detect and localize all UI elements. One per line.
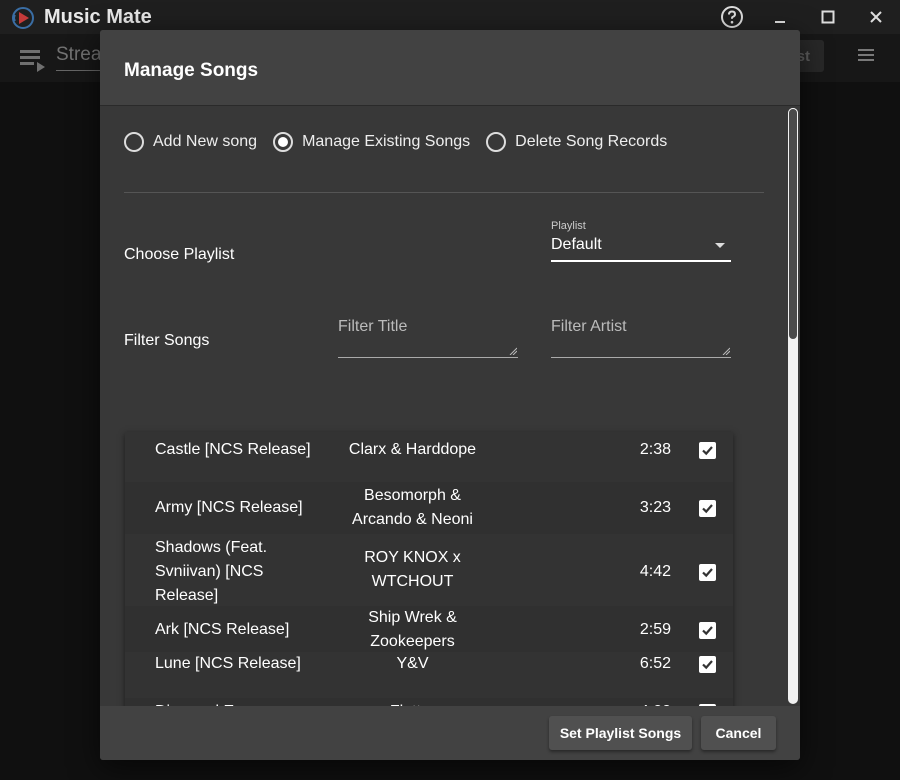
minimize-button[interactable]: [765, 2, 795, 32]
app-title: Music Mate: [44, 6, 152, 28]
song-duration: 3:23: [639, 499, 671, 516]
song-artist: Clarx & Harddope: [348, 441, 477, 458]
radio-circle-icon: [486, 132, 507, 152]
help-button[interactable]: [717, 2, 747, 32]
song-duration: 4:42: [639, 563, 671, 580]
song-title: Army [NCS Release]: [155, 499, 303, 516]
song-artist: Ship Wrek & Zookeepers: [368, 609, 457, 650]
radio-manage-existing-songs[interactable]: Manage Existing Songs: [273, 132, 470, 152]
radio-delete-song-records[interactable]: Delete Song Records: [486, 132, 667, 152]
filter-title-input[interactable]: Filter Title: [338, 318, 518, 358]
resize-grip-icon[interactable]: [509, 347, 517, 355]
table-row[interactable]: Shadows (Feat. Svniivan) [NCS Release] R…: [125, 534, 733, 606]
song-checkbox[interactable]: [699, 500, 716, 517]
resize-grip-icon[interactable]: [722, 347, 730, 355]
song-title: Lune [NCS Release]: [155, 655, 301, 672]
song-title: Ark [NCS Release]: [155, 621, 290, 638]
table-row[interactable]: Army [NCS Release] Besomorph & Arcando &…: [125, 482, 733, 534]
song-duration: 2:38: [639, 441, 671, 458]
filter-songs-label: Filter Songs: [124, 332, 210, 349]
mode-radio-group: Add New song Manage Existing Songs Delet…: [124, 132, 683, 152]
radio-label: Add New song: [153, 133, 258, 150]
filter-title-placeholder: Filter Title: [338, 318, 408, 335]
table-row[interactable]: Lune [NCS Release] Y&V 6:52: [125, 652, 733, 698]
title-bar: Music Mate: [0, 0, 900, 34]
app-logo-icon: [12, 7, 34, 29]
minimize-icon: [775, 21, 785, 23]
radio-label: Delete Song Records: [515, 133, 668, 150]
songs-table: Castle [NCS Release] Clarx & Harddope 2:…: [125, 432, 733, 736]
song-checkbox[interactable]: [699, 656, 716, 673]
manage-songs-dialog: Manage Songs Add New song Manage Existin…: [100, 30, 800, 760]
song-artist: Y&V: [396, 655, 429, 672]
playlist-select-value[interactable]: Default: [551, 236, 731, 262]
dialog-body: Add New song Manage Existing Songs Delet…: [100, 106, 800, 736]
table-row[interactable]: Castle [NCS Release] Clarx & Harddope 2:…: [125, 432, 733, 482]
scrollbar-thumb[interactable]: [788, 108, 798, 340]
radio-label: Manage Existing Songs: [302, 133, 471, 150]
playlist-value-text: Default: [551, 236, 602, 253]
song-artist: Besomorph & Arcando & Neoni: [352, 487, 473, 528]
playlist-select-label: Playlist: [551, 220, 586, 232]
song-title: Castle [NCS Release]: [155, 441, 311, 458]
song-title: Shadows (Feat. Svniivan) [NCS Release]: [155, 539, 268, 604]
checkmark-icon: [702, 568, 713, 578]
cancel-button[interactable]: Cancel: [701, 716, 776, 750]
song-checkbox[interactable]: [699, 564, 716, 581]
dialog-title: Manage Songs: [124, 60, 259, 81]
divider: [124, 192, 764, 193]
song-checkbox[interactable]: [699, 442, 716, 459]
dialog-footer: Set Playlist Songs Cancel: [100, 706, 800, 760]
help-circle-icon: [721, 6, 743, 28]
checkmark-icon: [702, 660, 713, 670]
song-artist: ROY KNOX x WTCHOUT: [364, 549, 461, 590]
set-playlist-songs-button[interactable]: Set Playlist Songs: [549, 716, 692, 750]
choose-playlist-label: Choose Playlist: [124, 246, 235, 263]
table-row[interactable]: Ark [NCS Release] Ship Wrek & Zookeepers…: [125, 606, 733, 652]
filter-artist-input[interactable]: Filter Artist: [551, 318, 731, 358]
dialog-header: Manage Songs: [100, 30, 800, 106]
caret-down-icon: [715, 243, 725, 248]
checkmark-icon: [702, 504, 713, 514]
filter-artist-placeholder: Filter Artist: [551, 318, 627, 335]
maximize-icon: [821, 10, 835, 24]
radio-circle-icon: [124, 132, 144, 152]
song-checkbox[interactable]: [699, 622, 716, 639]
checkmark-icon: [702, 626, 713, 636]
playlist-select[interactable]: Playlist Default: [551, 220, 731, 262]
song-duration: 6:52: [639, 655, 671, 672]
radio-add-new-song[interactable]: Add New song: [124, 132, 257, 152]
maximize-button[interactable]: [813, 2, 843, 32]
song-duration: 2:59: [639, 621, 671, 638]
close-window-button[interactable]: [861, 2, 891, 32]
checkmark-icon: [702, 446, 713, 456]
radio-checked-icon: [273, 132, 294, 152]
close-icon: [870, 11, 882, 23]
